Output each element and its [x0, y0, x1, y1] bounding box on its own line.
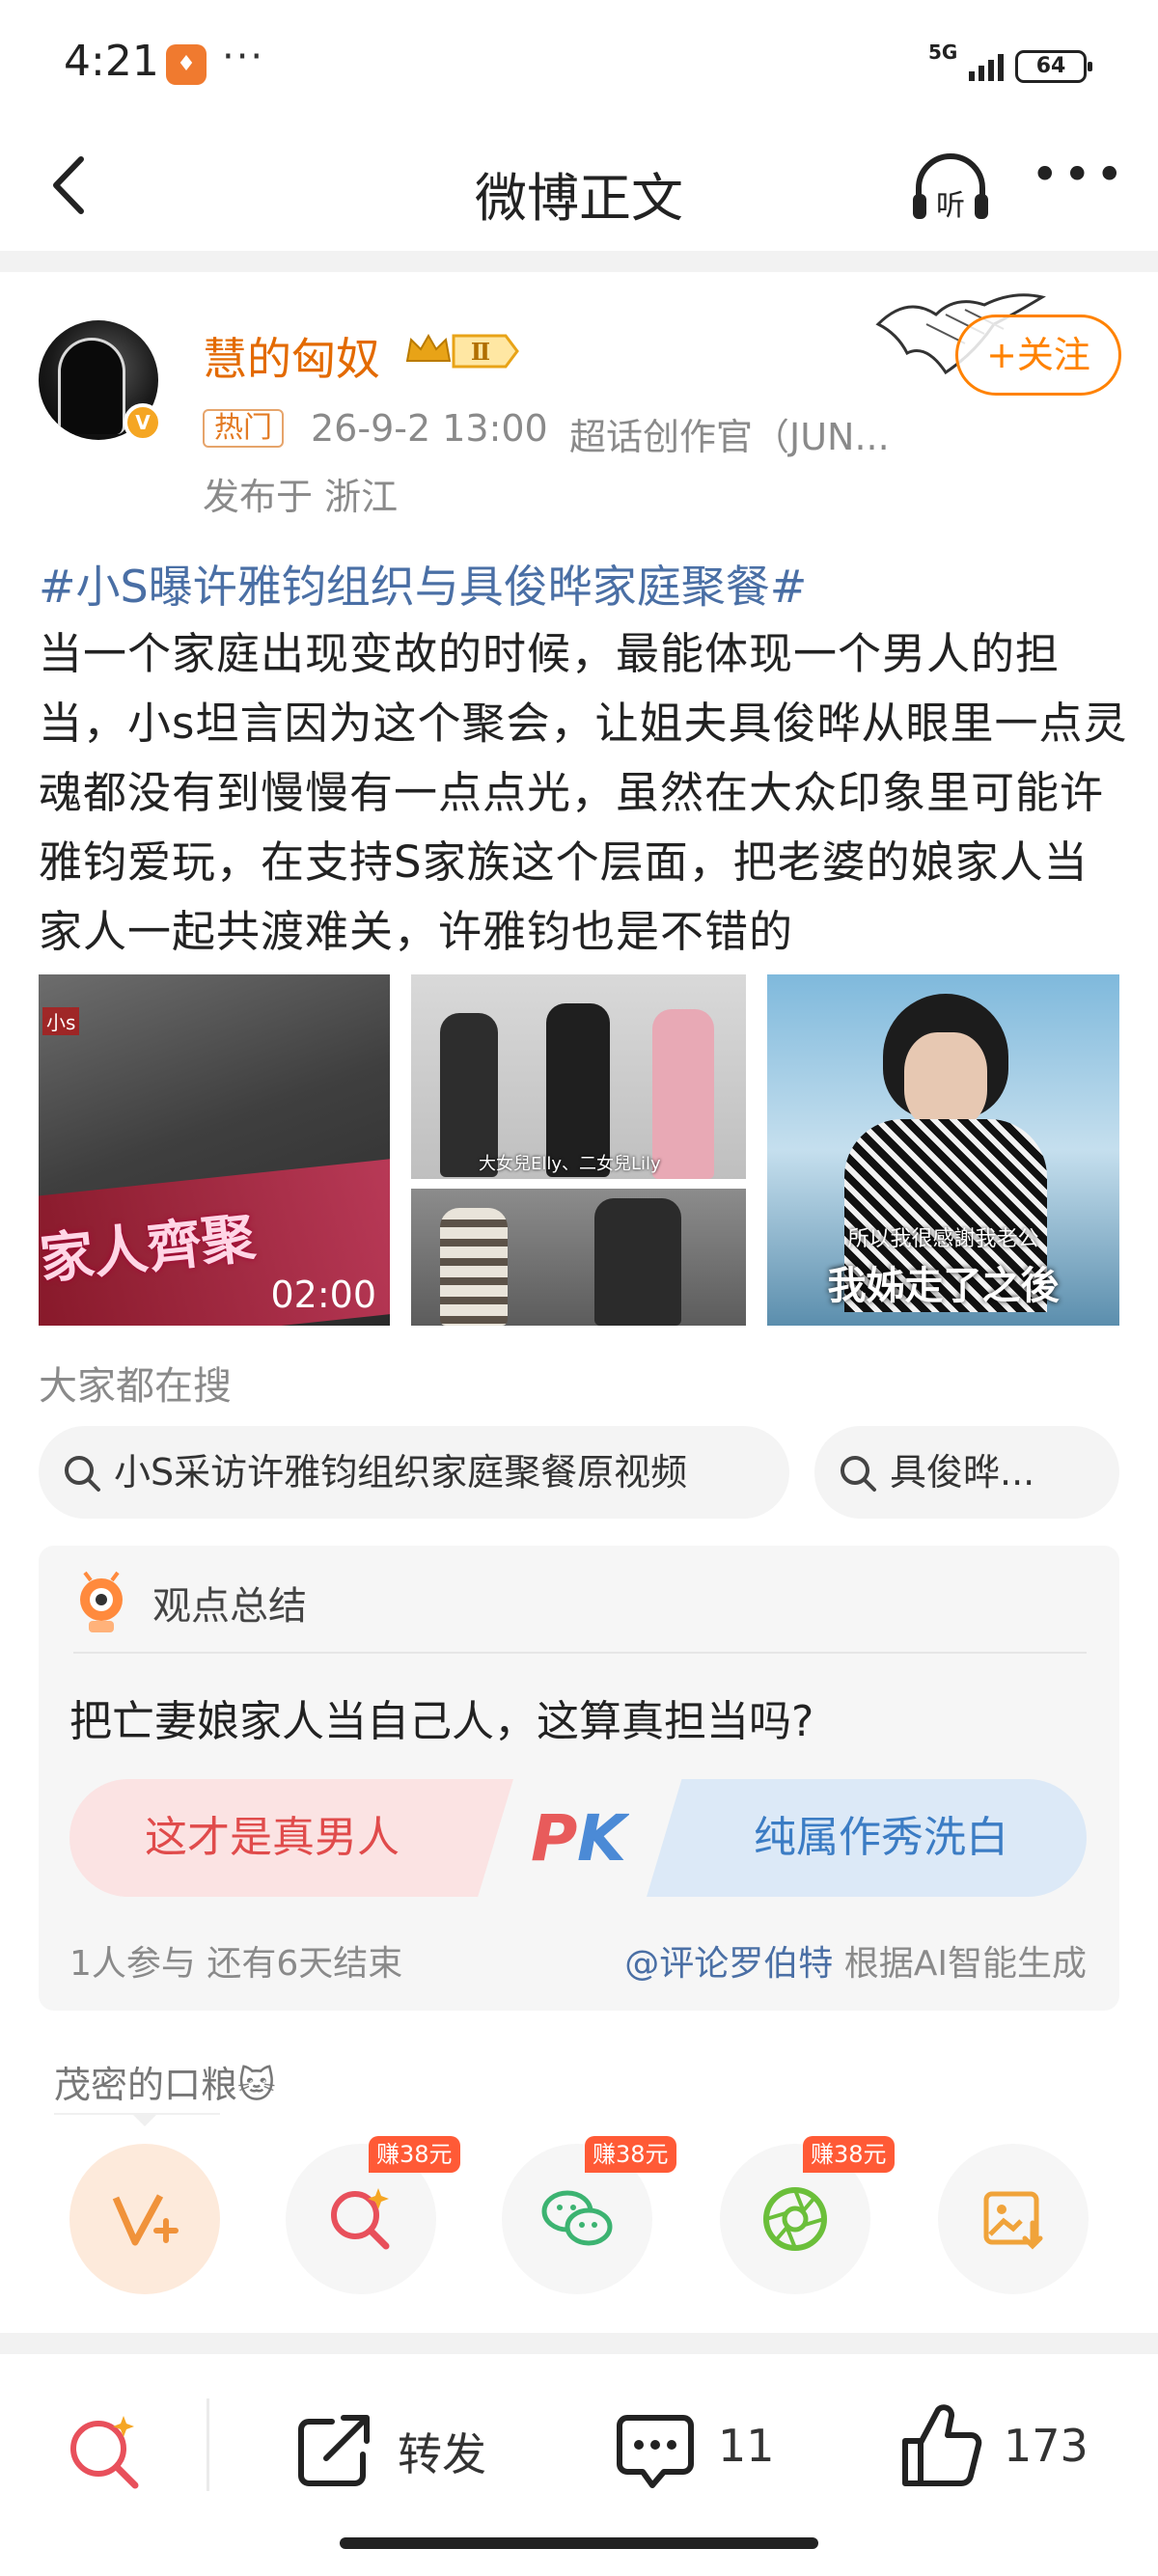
post-time: 26-9-2 13:00: [311, 407, 548, 450]
vip-crown-badge-icon[interactable]: Ⅱ: [403, 328, 523, 374]
video-thumbnail[interactable]: 小s 家人齊聚 02:00: [39, 974, 390, 1326]
svg-text:P: P: [531, 1801, 577, 1876]
status-more-icon: ···: [222, 35, 265, 79]
home-indicator[interactable]: [340, 2537, 818, 2549]
wechat-share-button[interactable]: 赚38元: [502, 2136, 676, 2294]
poll-credit-mention[interactable]: @评论罗伯特: [624, 1944, 833, 1984]
search-suggestion-label: 小S采访许雅钧组织家庭聚餐原视频: [114, 1451, 688, 1494]
tip-text[interactable]: 茂密的口粮🐱: [54, 2055, 276, 2108]
poll-option-left-label[interactable]: 这才是真男人: [69, 1779, 475, 1897]
moments-aperture-icon: [763, 2187, 827, 2251]
search-suggestion-chip[interactable]: 具俊晔...: [814, 1426, 1119, 1519]
earn-badge: 赚38元: [585, 2136, 676, 2173]
headphones-listen-icon[interactable]: 听: [907, 150, 994, 227]
author-name[interactable]: 慧的匈奴: [203, 324, 380, 388]
poll-question: 把亡妻娘家人当自己人，这算真担当吗?: [69, 1697, 814, 1746]
search-suggestion-label: 具俊晔...: [890, 1451, 1035, 1494]
search-sparkle-icon: [331, 2188, 390, 2250]
svg-text:K: K: [577, 1801, 629, 1876]
verified-badge-icon: V: [124, 403, 162, 442]
poll-option-right-label[interactable]: 纯属作秀洗白: [676, 1779, 1087, 1897]
pk-versus-icon: P K: [531, 1801, 629, 1876]
vip-level: Ⅱ: [471, 338, 490, 366]
hot-tag: 热门: [203, 409, 284, 448]
earn-badge: 赚38元: [369, 2136, 460, 2173]
comment-icon[interactable]: [614, 2410, 697, 2493]
earn-badge: 赚38元: [803, 2136, 895, 2173]
poll-credit-suffix: 根据AI智能生成: [833, 1944, 1087, 1984]
repost-icon[interactable]: [293, 2408, 376, 2491]
video-duration: 02:00: [270, 1274, 376, 1316]
app-notification-icon: ♦: [166, 44, 207, 85]
tip-pointer: [133, 2115, 156, 2126]
post-location: 发布于 浙江: [203, 476, 399, 518]
bottom-action-bar: 转发 11 173: [0, 2354, 1158, 2576]
vplus-icon: [112, 2194, 179, 2246]
listen-label: 听: [936, 189, 965, 223]
robot-mascot-icon: [80, 1571, 123, 1632]
poll-divider: [73, 1652, 1087, 1654]
repost-label[interactable]: 转发: [398, 2420, 486, 2483]
post-body: 当一个家庭出现变故的时候，最能体现一个男人的担当，小s坦言因为这个聚会，让姐夫具…: [39, 628, 1128, 957]
search-sparkle-icon[interactable]: [64, 2412, 145, 2493]
poll-credit: @评论罗伯特 根据AI智能生成: [624, 1935, 1087, 1986]
post-source[interactable]: 超话创作官（JUN...: [569, 407, 890, 460]
section-divider: [0, 251, 1158, 272]
follow-button[interactable]: +关注: [955, 315, 1121, 396]
nav-bar: 微博正文 听 •••: [0, 130, 1158, 251]
search-icon: [65, 1456, 100, 1492]
video-label: 小s: [42, 1007, 80, 1035]
image-caption: 大女兒Elly、二女兒Lily: [479, 1154, 661, 1174]
comment-count[interactable]: 11: [718, 2420, 775, 2472]
status-time: 4:21: [64, 37, 159, 86]
image-thumbnail[interactable]: 大女兒Elly、二女兒Lily: [411, 974, 746, 1179]
more-options-icon[interactable]: •••: [1031, 151, 1123, 204]
save-image-button[interactable]: [938, 2144, 1089, 2294]
save-image-icon: [983, 2191, 1043, 2250]
poll-stats: 1人参与 还有6天结束: [69, 1944, 403, 1984]
image-caption: 所以我很感謝我老公: [847, 1227, 1039, 1251]
search-icon: [841, 1456, 876, 1492]
section-divider: [0, 2333, 1158, 2354]
moments-share-button[interactable]: 赚38元: [720, 2136, 895, 2294]
wechat-icon: [541, 2190, 613, 2246]
opinion-poll-card: 观点总结 把亡妻娘家人当自己人，这算真担当吗? 这才是真男人 P K 纯属作秀洗…: [39, 1546, 1119, 2011]
image-thumbnail[interactable]: 所以我很感謝我老公 我姊走了之後: [767, 974, 1119, 1326]
vplus-share-button[interactable]: [69, 2144, 220, 2294]
network-type: 5G: [928, 41, 958, 64]
bottom-bar-divider: [207, 2398, 209, 2491]
like-count[interactable]: 173: [1004, 2420, 1089, 2472]
search-suggestion-chip[interactable]: 小S采访许雅钧组织家庭聚餐原视频: [39, 1426, 789, 1519]
image-caption: 我姊走了之後: [827, 1264, 1060, 1308]
like-thumbs-up-icon[interactable]: [897, 2402, 984, 2489]
search-share-button[interactable]: 赚38元: [286, 2136, 460, 2294]
trending-search-title: 大家都在搜: [39, 1364, 232, 1409]
image-thumbnail[interactable]: [411, 1189, 746, 1326]
status-bar: 4:21 ♦ ··· 5G 64: [0, 0, 1158, 130]
topic-hashtag[interactable]: #小S曝许雅钧组织与具俊晔家庭聚餐#: [39, 552, 807, 616]
battery-icon: 64: [1015, 50, 1092, 83]
battery-level: 64: [1035, 54, 1066, 78]
poll-header: 观点总结: [152, 1584, 307, 1629]
